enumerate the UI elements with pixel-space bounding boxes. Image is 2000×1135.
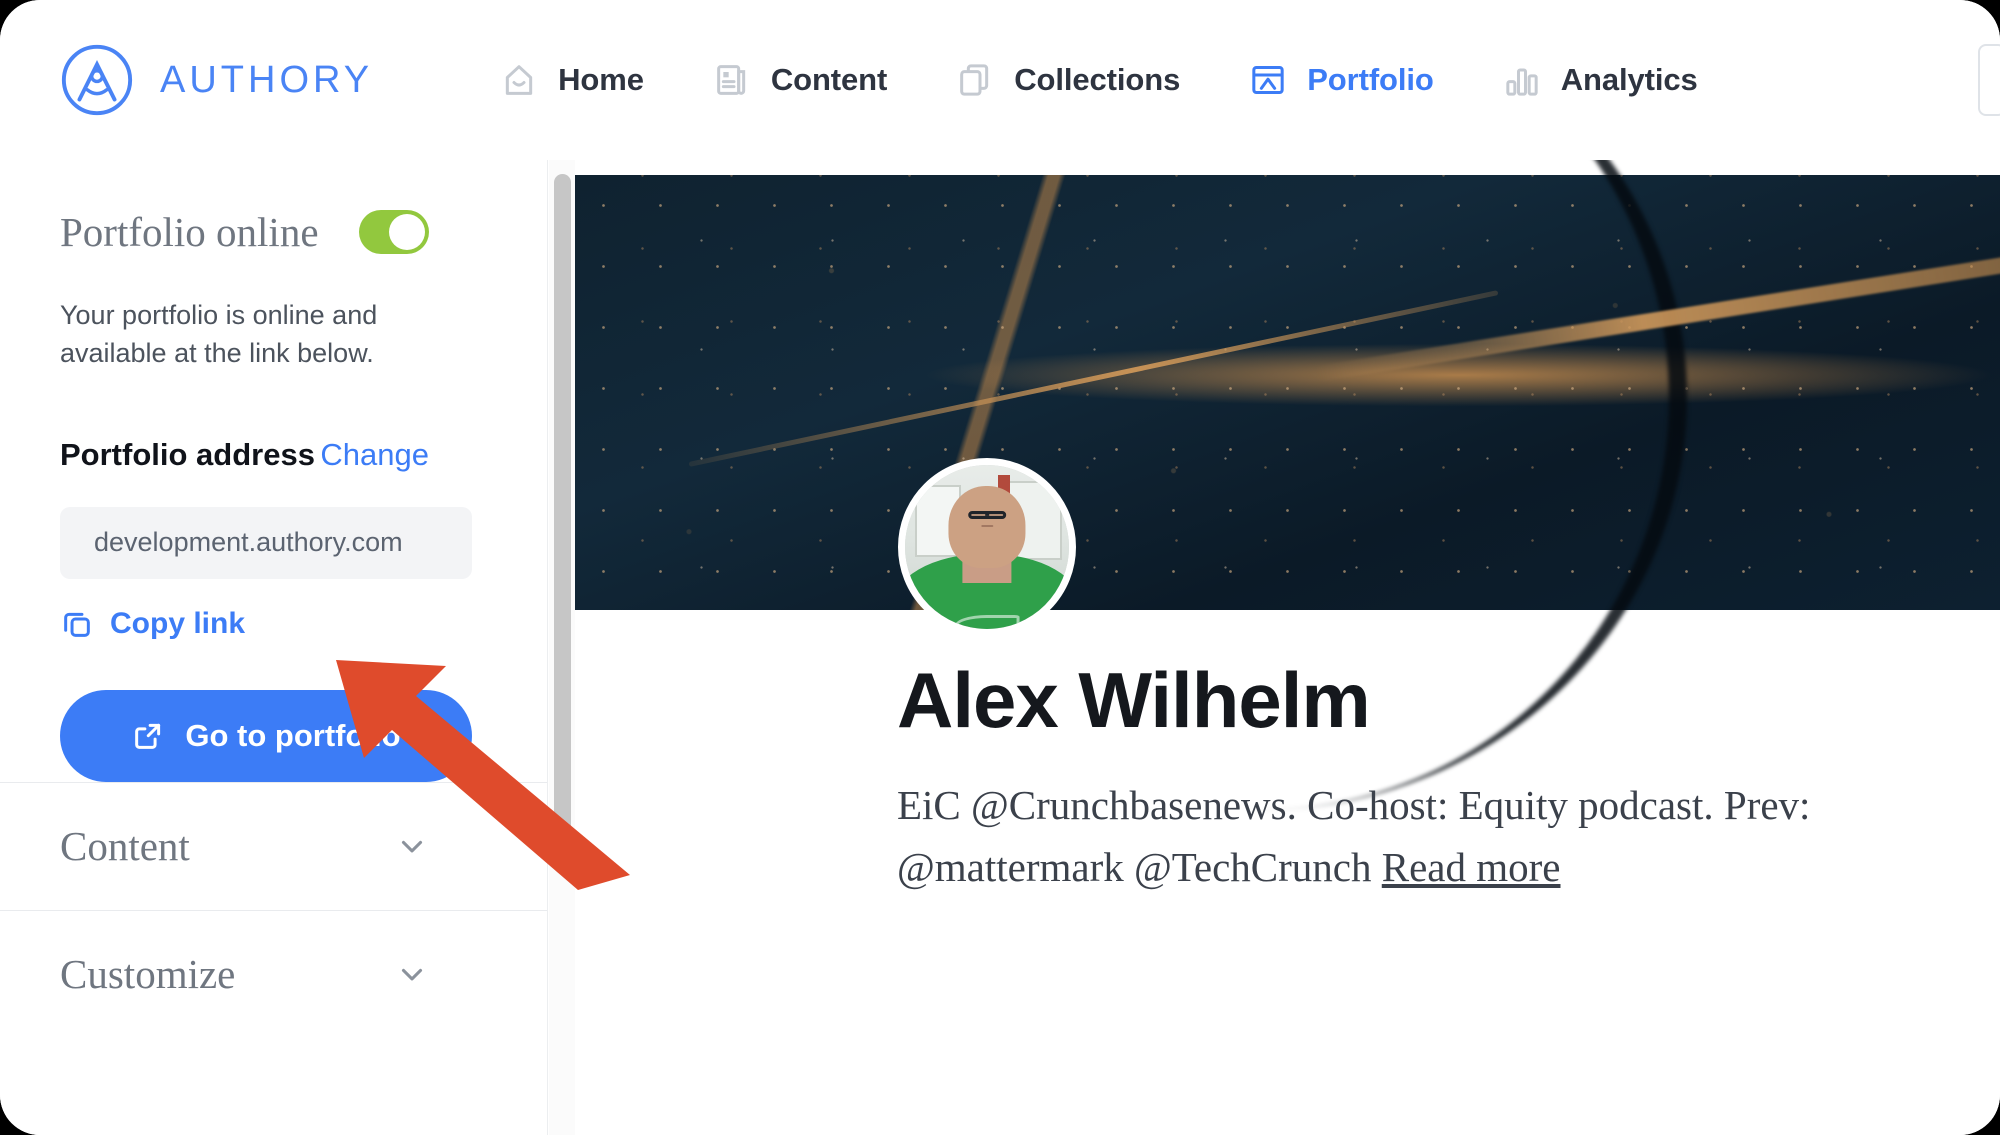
avatar-shirt-logo (954, 614, 1020, 629)
accordion-content[interactable]: Content (0, 781, 547, 910)
portfolio-online-toggle[interactable] (359, 210, 429, 254)
nav-overflow-control[interactable] (1978, 44, 2000, 116)
external-link-icon (135, 723, 161, 749)
portfolio-online-title: Portfolio online (60, 209, 319, 255)
avatar (898, 458, 1076, 636)
copy-link-button[interactable]: Copy link (60, 607, 245, 641)
nav-item-analytics-label: Analytics (1560, 62, 1698, 97)
chevron-down-icon (401, 969, 423, 981)
copy-link-label: Copy link (110, 606, 246, 640)
profile-bio-text: EiC @Crunchbasenews. Co-host: Equity pod… (897, 782, 1811, 890)
top-navigation-bar: AUTHORY Home Content Collections Portfol… (0, 0, 2000, 160)
avatar-mouth (980, 524, 994, 528)
preview-scrollbar-track[interactable] (549, 160, 575, 1135)
bar-chart-icon (1506, 68, 1538, 96)
portfolio-address-row: Portfolio address Change (60, 437, 487, 473)
copy-icon (64, 612, 90, 637)
read-more-link[interactable]: Read more (1382, 844, 1561, 890)
portfolio-banner-image (575, 160, 2000, 811)
brand-logo[interactable]: AUTHORY (58, 41, 373, 119)
body-area: Portfolio online Your portfolio is onlin… (0, 160, 2000, 1135)
avatar-glasses (967, 510, 1007, 520)
preview-scrollbar-thumb[interactable] (554, 174, 571, 874)
nav-item-analytics[interactable]: Analytics (1468, 50, 1732, 110)
home-icon (505, 65, 533, 95)
portfolio-address-input[interactable] (60, 506, 472, 579)
nav-item-collections[interactable]: Collections (921, 50, 1214, 110)
collections-icon (960, 64, 989, 96)
nav-item-content[interactable]: Content (678, 50, 921, 110)
avatar-head (948, 486, 1026, 569)
change-address-link[interactable]: Change (320, 437, 429, 473)
accordion-content-label: Content (60, 823, 190, 870)
go-to-portfolio-label: Go to portfolio (185, 717, 401, 753)
brand-wordmark: AUTHORY (160, 58, 374, 101)
authory-compass-logo-icon (61, 44, 133, 116)
portfolio-online-description: Your portfolio is online and available a… (60, 300, 378, 369)
go-to-portfolio-button[interactable]: Go to portfolio (60, 689, 472, 782)
profile-name: Alex Wilhelm (897, 656, 1371, 744)
accordion-customize-label: Customize (60, 951, 236, 998)
nav-item-portfolio[interactable]: Portfolio (1214, 50, 1468, 110)
app-window: AUTHORY Home Content Collections Portfol… (0, 0, 2000, 1135)
portfolio-icon (1252, 66, 1284, 94)
accordion-customize[interactable]: Customize (0, 909, 547, 1038)
nav-item-content-label: Content (770, 62, 888, 97)
nav-item-home-label: Home (558, 62, 644, 97)
nav-item-collections-label: Collections (1014, 62, 1181, 97)
nav-item-home[interactable]: Home (465, 50, 678, 110)
nav-item-portfolio-label: Portfolio (1307, 62, 1434, 97)
document-icon (717, 65, 746, 95)
portfolio-settings-sidebar: Portfolio online Your portfolio is onlin… (0, 160, 548, 1135)
main-nav: Home Content Collections Portfolio Analy… (465, 50, 1732, 110)
chevron-down-icon (401, 841, 423, 853)
portfolio-preview-pane: Alex Wilhelm EiC @Crunchbasenews. Co-hos… (575, 160, 2000, 1135)
portfolio-address-label: Portfolio address (60, 436, 315, 472)
profile-bio: EiC @Crunchbasenews. Co-host: Equity pod… (897, 775, 1957, 898)
portfolio-online-row: Portfolio online (60, 208, 487, 256)
